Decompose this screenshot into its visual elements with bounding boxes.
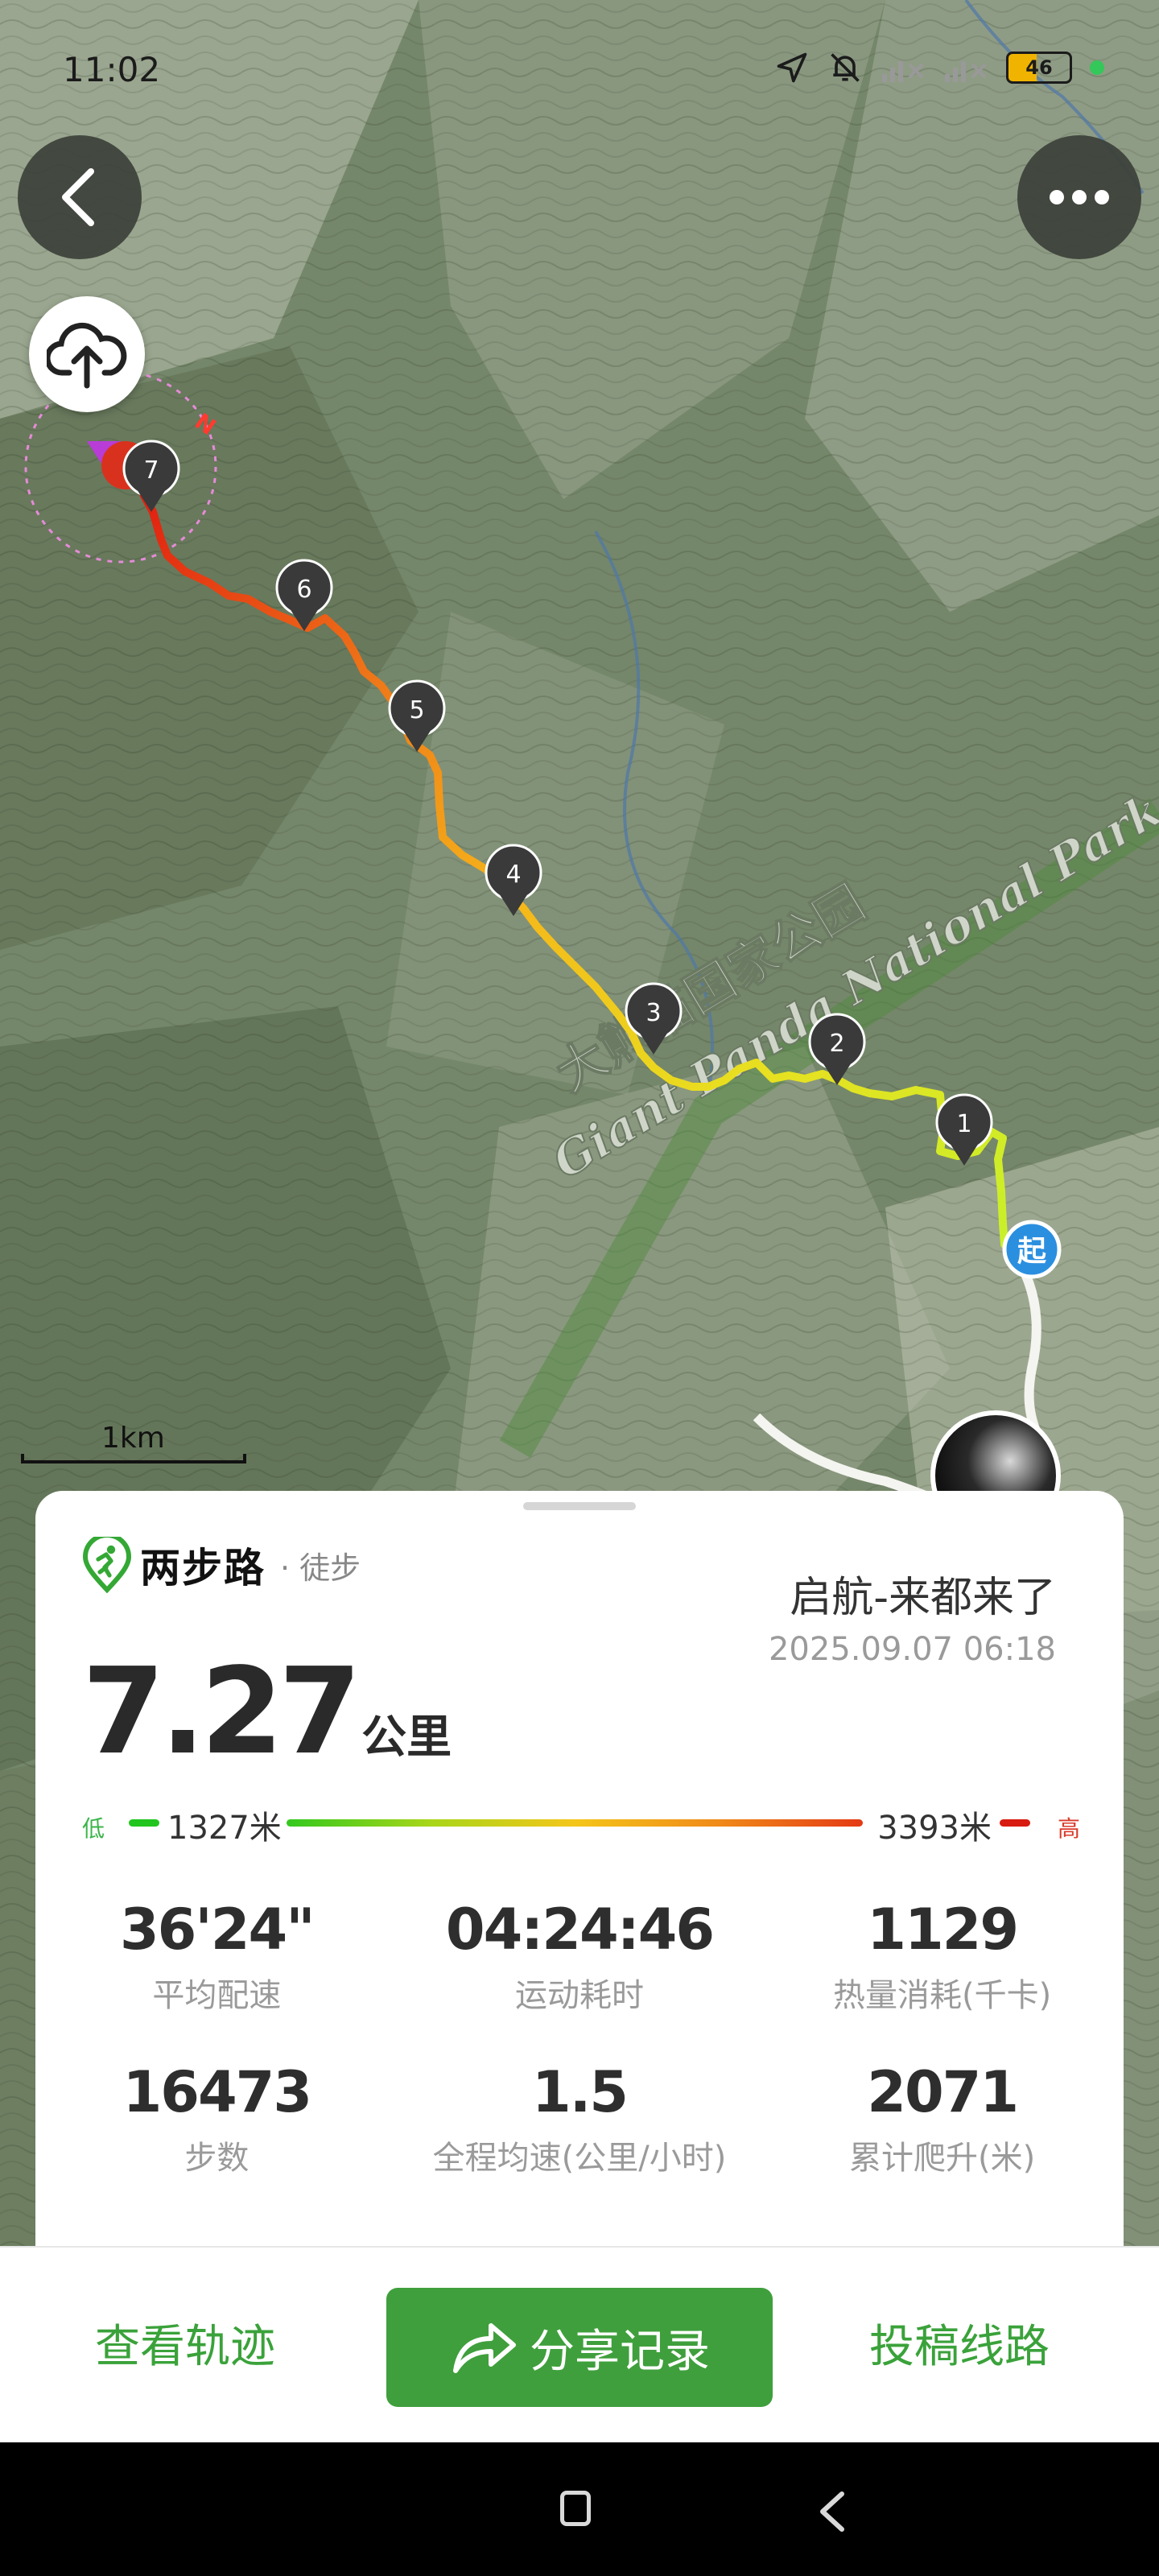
- svg-text:5: 5: [409, 696, 424, 724]
- status-time: 11:02: [63, 50, 161, 89]
- status-bar: 11:02 46: [0, 0, 1159, 153]
- record-title: 启航-来都来了: [790, 1574, 1056, 1622]
- stat-label: 累计爬升(米): [849, 2140, 1036, 2177]
- elevation-legend: 低 1327米 3393米 高: [82, 1802, 1080, 1847]
- waypoint-pin-7[interactable]: 7: [122, 440, 180, 512]
- elevation-high-tag: 高: [1057, 1815, 1080, 1842]
- svg-text:3: 3: [645, 999, 661, 1027]
- distance-unit: 公里: [361, 1711, 452, 1764]
- distance: 7.27 公里: [82, 1642, 452, 1781]
- drag-handle[interactable]: [523, 1502, 636, 1510]
- waypoint-pin-4[interactable]: 4: [485, 844, 542, 916]
- scale-label: 1km: [101, 1422, 165, 1455]
- stat-label: 平均配速: [152, 1977, 282, 2014]
- brand: 两步路 · 徒步: [82, 1536, 361, 1594]
- elevation-max: 3393米: [877, 1810, 992, 1847]
- signal-off-icon: [882, 61, 924, 82]
- share-record-button[interactable]: 分享记录: [386, 2288, 773, 2407]
- signal-off-icon-2: [945, 61, 987, 82]
- elevation-gradient-bar: [287, 1819, 863, 1827]
- system-nav-bar: [0, 2442, 1159, 2576]
- bell-muted-icon: [831, 53, 860, 82]
- stat-label: 热量消耗(千卡): [833, 1977, 1052, 2014]
- activity-type: · 徒步: [280, 1550, 361, 1586]
- stat-calories: 1129 热量消耗(千卡): [761, 1897, 1124, 2016]
- svg-text:1: 1: [956, 1110, 971, 1138]
- svg-text:6: 6: [296, 576, 311, 604]
- elevation-high-swatch: [1000, 1819, 1030, 1827]
- elevation-min: 1327米: [167, 1810, 282, 1847]
- start-marker[interactable]: 起: [1002, 1220, 1062, 1279]
- privacy-dot: [1090, 60, 1104, 75]
- stat-avg-speed: 1.5 全程均速(公里/小时): [398, 2059, 761, 2178]
- waypoint-pin-6[interactable]: 6: [275, 559, 333, 631]
- record-date: 2025.09.07 06:18: [768, 1631, 1056, 1668]
- action-bar: 查看轨迹 分享记录 投稿线路: [0, 2246, 1159, 2444]
- scale-line: [21, 1454, 246, 1463]
- distance-value: 7.27: [82, 1642, 361, 1781]
- more-icon: [1050, 190, 1109, 204]
- share-label: 分享记录: [530, 2325, 710, 2378]
- status-icons: 46: [774, 50, 1104, 85]
- stats-grid: 36'24" 平均配速 04:24:46 运动耗时 1129 热量消耗(千卡) …: [35, 1897, 1124, 2178]
- stat-value: 36'24": [119, 1897, 316, 1963]
- more-button[interactable]: [1017, 135, 1141, 259]
- brand-name: 两步路: [140, 1545, 266, 1591]
- waypoint-pin-1[interactable]: 1: [935, 1093, 993, 1166]
- view-track-button[interactable]: 查看轨迹: [95, 2310, 275, 2376]
- back-button[interactable]: [18, 135, 142, 259]
- elevation-low-swatch: [129, 1819, 159, 1827]
- svg-text:起: 起: [1017, 1235, 1047, 1268]
- svg-text:7: 7: [143, 456, 159, 485]
- waypoint-pin-3[interactable]: 3: [625, 982, 683, 1055]
- stat-value: 04:24:46: [445, 1897, 715, 1963]
- stat-value: 1.5: [531, 2059, 629, 2125]
- back-arrow-icon: [62, 168, 94, 226]
- home-button[interactable]: [560, 2491, 591, 2526]
- stat-label: 运动耗时: [514, 1977, 644, 2014]
- stat-steps: 16473 步数: [35, 2059, 398, 2178]
- map-scale-bar: 1km: [21, 1422, 246, 1463]
- upload-button[interactable]: [29, 296, 145, 412]
- cloud-upload-icon: [47, 322, 127, 389]
- brand-logo-icon: [82, 1537, 132, 1593]
- stat-label: 步数: [184, 2140, 250, 2177]
- waypoint-pin-2[interactable]: 2: [808, 1013, 866, 1085]
- battery-indicator: 46: [1006, 52, 1072, 84]
- stat-label: 全程均速(公里/小时): [432, 2140, 727, 2177]
- waypoint-pin-5[interactable]: 5: [388, 679, 446, 752]
- stat-duration: 04:24:46 运动耗时: [398, 1897, 761, 2016]
- svg-text:4: 4: [505, 861, 521, 889]
- stat-value: 1129: [867, 1897, 1019, 1963]
- summary-card[interactable]: 两步路 · 徒步 启航-来都来了 2025.09.07 06:18 7.27 公…: [35, 1491, 1124, 2248]
- location-arrow-icon: [777, 52, 807, 83]
- system-back-icon[interactable]: [816, 2489, 848, 2534]
- stat-value: 16473: [122, 2059, 313, 2125]
- stat-value: 2071: [867, 2059, 1019, 2125]
- svg-text:2: 2: [829, 1030, 844, 1058]
- elevation-low-tag: 低: [82, 1815, 105, 1842]
- submit-route-button[interactable]: 投稿线路: [869, 2310, 1050, 2376]
- share-arrow-icon: [453, 2323, 516, 2373]
- stat-ascent: 2071 累计爬升(米): [761, 2059, 1124, 2178]
- stat-avg-pace: 36'24" 平均配速: [35, 1897, 398, 2016]
